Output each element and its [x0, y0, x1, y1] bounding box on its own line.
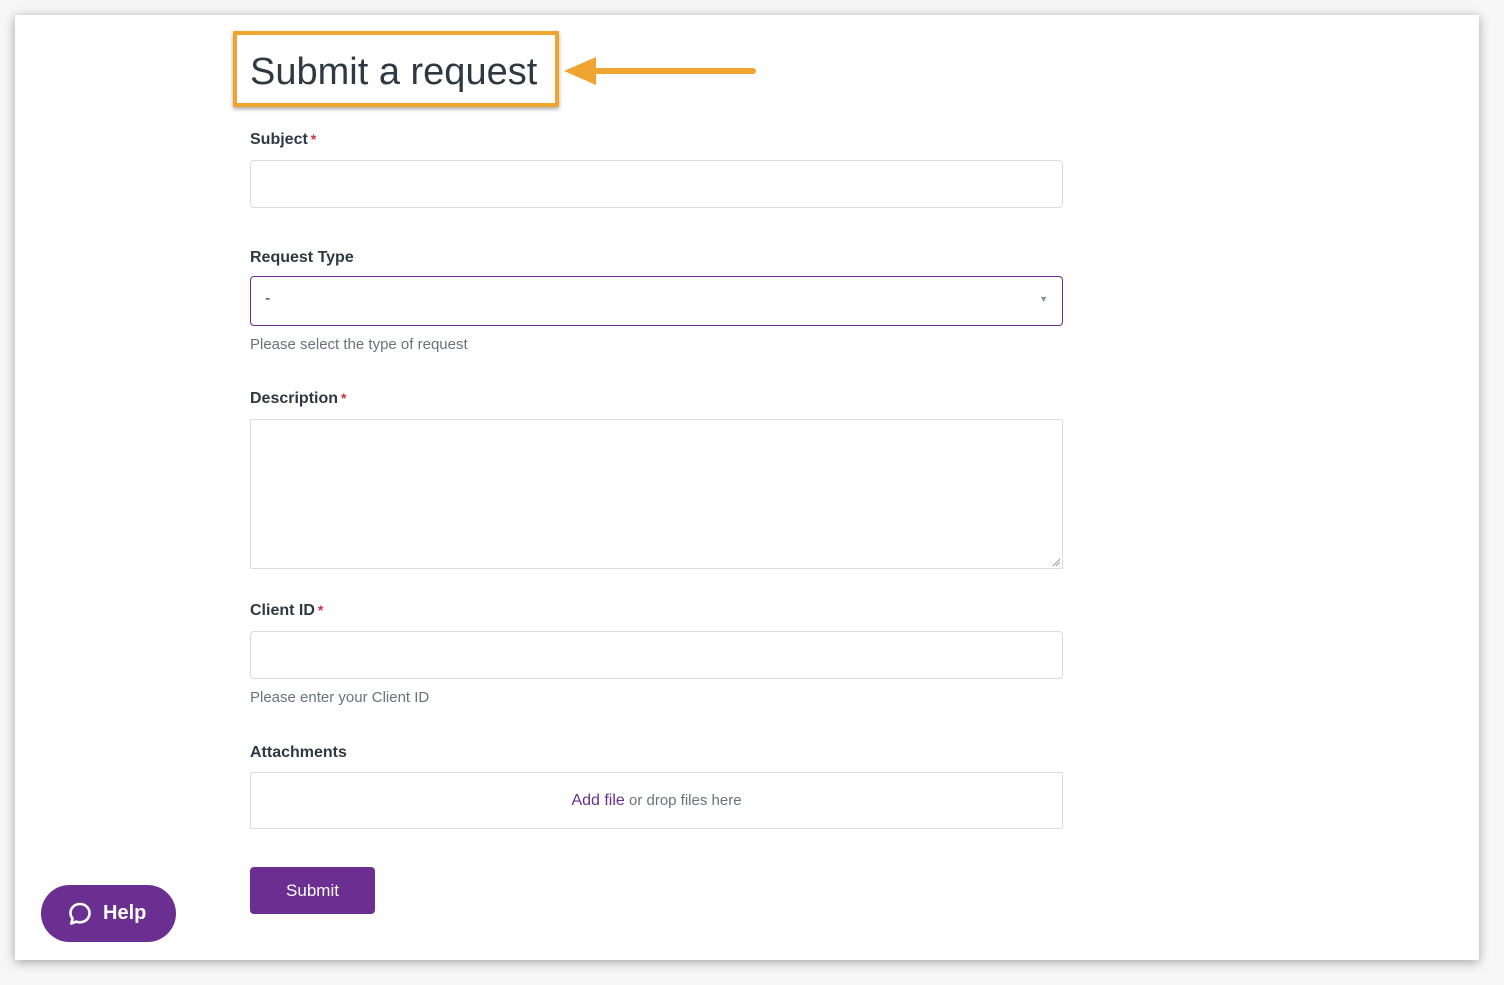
attachments-dropzone[interactable]: Add file or drop files here — [250, 772, 1063, 829]
submit-button[interactable]: Submit — [250, 867, 375, 914]
help-widget-button[interactable]: Help — [41, 885, 176, 942]
screenshot-canvas: Submit a request Subject * Request Type -… — [0, 0, 1504, 985]
page-title: Submit a request — [250, 51, 538, 93]
drop-files-text: or drop files here — [628, 792, 742, 809]
required-asterisk: * — [310, 131, 317, 147]
subject-input[interactable] — [250, 160, 1063, 208]
add-file-link[interactable]: Add file — [571, 792, 624, 809]
request-type-select[interactable]: - ▼ — [250, 276, 1063, 326]
required-asterisk: * — [317, 602, 324, 618]
request-type-label: Request Type — [250, 249, 354, 266]
description-textarea[interactable] — [250, 419, 1063, 569]
request-type-hint: Please select the type of request — [250, 336, 468, 353]
request-type-selected-value: - — [265, 290, 271, 307]
client-id-label: Client ID * — [250, 602, 324, 619]
description-label: Description * — [250, 390, 347, 407]
annotation-arrow-icon — [564, 57, 756, 85]
caret-down-icon: ▼ — [1039, 294, 1048, 304]
client-id-hint: Please enter your Client ID — [250, 689, 430, 706]
attachments-label: Attachments — [250, 744, 347, 761]
required-asterisk: * — [341, 390, 347, 406]
client-id-input[interactable] — [250, 631, 1063, 679]
subject-label: Subject * — [250, 131, 317, 148]
request-page: Submit a request Subject * Request Type -… — [15, 15, 1479, 960]
chat-bubble-icon — [69, 902, 91, 925]
help-label: Help — [103, 902, 147, 924]
resize-handle-icon[interactable] — [1052, 558, 1060, 566]
